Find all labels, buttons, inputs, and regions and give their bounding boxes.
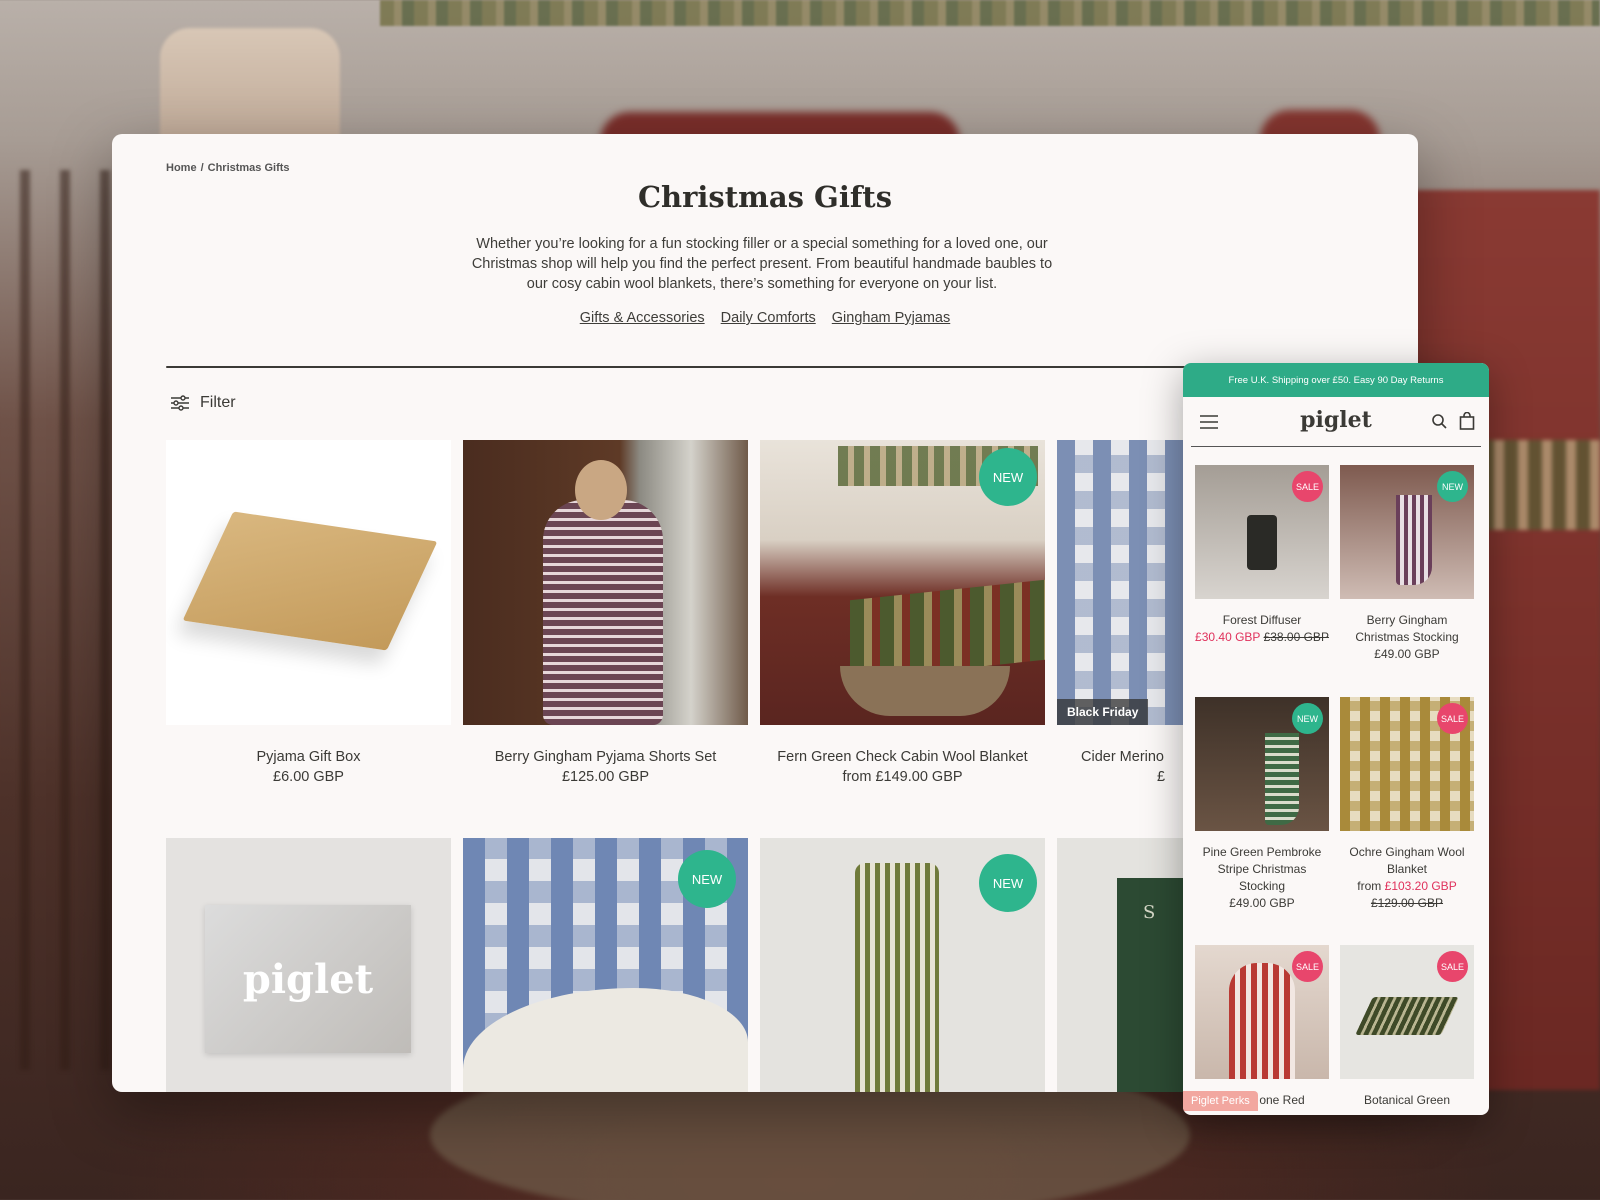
stocking: [1265, 733, 1299, 825]
product-price: £6.00 GBP: [273, 769, 344, 785]
shopping-bag-icon[interactable]: [1459, 412, 1475, 430]
price-prefix: from: [1357, 879, 1382, 893]
sale-badge: SALE: [1292, 471, 1323, 502]
mobile-window: Free U.K. Shipping over £50. Easy 90 Day…: [1183, 363, 1489, 1115]
product-price: £125.00 GBP: [561, 769, 650, 785]
new-badge: NEW: [678, 850, 736, 908]
category-links: Gifts & Accessories Daily Comforts Gingh…: [112, 310, 1418, 326]
product-image[interactable]: NEW: [760, 440, 1045, 725]
product-image[interactable]: piglet: [166, 838, 451, 1092]
mobile-product-image[interactable]: NEW: [1340, 465, 1474, 599]
product-card[interactable]: piglet: [166, 838, 451, 1092]
sale-badge: SALE: [1437, 951, 1468, 982]
breadcrumb-separator: /: [200, 162, 204, 174]
black-friday-label: Black Friday: [1057, 699, 1149, 725]
folded-blanket: [1355, 997, 1459, 1035]
mobile-product-card[interactable]: SALE Botanical Green: [1340, 945, 1474, 1109]
mobile-product-card[interactable]: SALE Forest Diffuser £30.40 GBP £38.00 G…: [1195, 465, 1329, 646]
breadcrumb-home[interactable]: Home: [166, 162, 197, 174]
new-badge: NEW: [979, 448, 1037, 506]
mobile-product-price: from £103.20 GBP: [1340, 878, 1474, 895]
mobile-product-card[interactable]: NEW Pine Green Pembroke Stripe Christmas…: [1195, 697, 1329, 912]
gingham-apron: [855, 863, 939, 1092]
diffuser-bottle: [1247, 515, 1277, 570]
piglet-perks-button[interactable]: Piglet Perks: [1183, 1091, 1258, 1111]
new-badge: NEW: [979, 854, 1037, 912]
mobile-product-name[interactable]: Ochre Gingham Wool Blanket: [1340, 844, 1474, 878]
model-pyjamas: [543, 500, 663, 725]
was-price: £129.00 GBP: [1370, 896, 1444, 910]
mobile-product-image[interactable]: SALE: [1340, 945, 1474, 1079]
product-image[interactable]: NEW: [760, 838, 1045, 1092]
model-head: [575, 460, 627, 520]
sliders-icon: [171, 395, 189, 411]
product-card[interactable]: Berry Gingham Pyjama Shorts Set £125.00 …: [463, 440, 748, 785]
gift-card-image: piglet: [205, 905, 411, 1053]
striped-robe: [1229, 963, 1295, 1079]
product-image[interactable]: [463, 440, 748, 725]
product-card[interactable]: NEW Fern Green Check Cabin Wool Blanket …: [760, 440, 1045, 785]
mobile-product-image[interactable]: SALE: [1195, 465, 1329, 599]
product-name[interactable]: Berry Gingham Pyjama Shorts Set: [463, 749, 748, 765]
new-badge: NEW: [1437, 471, 1468, 502]
bg-check-throw: [1480, 440, 1600, 530]
product-image[interactable]: [166, 440, 451, 725]
mobile-product-price: £30.40 GBP £38.00 GBP: [1195, 629, 1329, 646]
link-daily-comforts[interactable]: Daily Comforts: [721, 310, 816, 326]
stocking: [1396, 495, 1432, 585]
link-gifts-accessories[interactable]: Gifts & Accessories: [580, 310, 705, 326]
wooden-bowl: [840, 666, 1010, 716]
product-name[interactable]: Pyjama Gift Box: [166, 749, 451, 765]
mobile-product-name[interactable]: Botanical Green: [1340, 1092, 1474, 1109]
product-card[interactable]: NEW: [463, 838, 748, 1092]
search-icon[interactable]: [1431, 413, 1447, 429]
product-image[interactable]: NEW: [463, 838, 748, 1092]
breadcrumb: Home / Christmas Gifts: [166, 162, 294, 174]
mobile-product-image[interactable]: SALE: [1340, 697, 1474, 831]
gift-card-logo: piglet: [242, 955, 374, 1003]
sale-price: £103.20 GBP: [1384, 879, 1457, 893]
filter-button[interactable]: Filter: [170, 394, 236, 412]
product-card[interactable]: Pyjama Gift Box £6.00 GBP: [166, 440, 451, 785]
mobile-product-price: £49.00 GBP: [1374, 647, 1440, 661]
mobile-product-card[interactable]: SALE one Red: [1195, 945, 1329, 1109]
mobile-product-card[interactable]: SALE Ochre Gingham Wool Blanket from £10…: [1340, 697, 1474, 912]
gift-box: [182, 511, 438, 651]
mobile-product-image[interactable]: SALE: [1195, 945, 1329, 1079]
sale-badge: SALE: [1437, 703, 1468, 734]
page-description: Whether you’re looking for a fun stockin…: [471, 236, 1053, 292]
mobile-product-name[interactable]: Forest Diffuser: [1195, 612, 1329, 629]
shipping-bar: Free U.K. Shipping over £50. Easy 90 Day…: [1183, 363, 1489, 397]
book-cover-text: S: [1143, 902, 1156, 923]
product-price: from £149.00 GBP: [842, 769, 963, 785]
breadcrumb-current: Christmas Gifts: [207, 162, 290, 174]
filter-label: Filter: [200, 394, 236, 411]
new-badge: NEW: [1292, 703, 1323, 734]
mobile-product-card[interactable]: NEW Berry Gingham Christmas Stocking £49…: [1340, 465, 1474, 663]
mobile-product-image[interactable]: NEW: [1195, 697, 1329, 831]
page-title: Christmas Gifts: [637, 180, 893, 214]
bg-lamp: [160, 28, 340, 146]
mobile-product-name[interactable]: Berry Gingham Christmas Stocking: [1340, 612, 1474, 646]
mobile-header: piglet: [1191, 397, 1481, 447]
was-price: £38.00 GBP: [1263, 630, 1329, 644]
product-card[interactable]: NEW: [760, 838, 1045, 1092]
mobile-product-price: £49.00 GBP: [1229, 896, 1295, 910]
link-gingham-pyjamas[interactable]: Gingham Pyjamas: [832, 310, 950, 326]
product-name[interactable]: Fern Green Check Cabin Wool Blanket: [760, 749, 1045, 765]
sale-price: £30.40 GBP: [1195, 630, 1261, 644]
mobile-product-name[interactable]: Pine Green Pembroke Stripe Christmas Sto…: [1195, 844, 1329, 895]
bg-wall-hanging: [380, 0, 1600, 26]
sale-badge: SALE: [1292, 951, 1323, 982]
